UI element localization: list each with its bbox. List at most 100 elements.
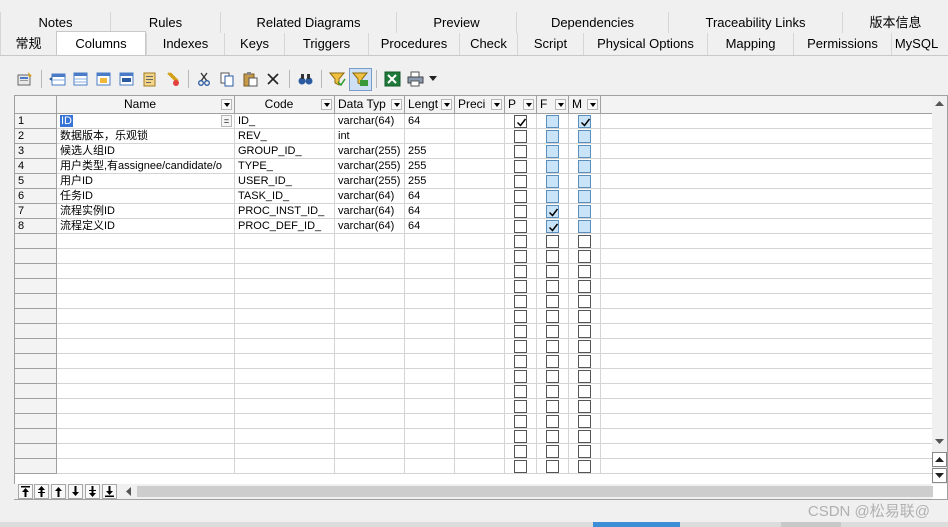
- cell-precision[interactable]: [455, 264, 505, 279]
- cell-precision[interactable]: [455, 369, 505, 384]
- checkbox[interactable]: [578, 415, 591, 428]
- cell-name[interactable]: 任务ID: [57, 189, 235, 204]
- cell-name[interactable]: 流程实例ID: [57, 204, 235, 219]
- checkbox[interactable]: [546, 175, 559, 188]
- cell-code[interactable]: [235, 444, 335, 459]
- checkbox[interactable]: [514, 280, 527, 293]
- cell-length[interactable]: [405, 429, 455, 444]
- cell-code[interactable]: [235, 234, 335, 249]
- cell-code[interactable]: [235, 414, 335, 429]
- checkbox[interactable]: [578, 280, 591, 293]
- cell-type[interactable]: [335, 309, 405, 324]
- cell-type[interactable]: [335, 444, 405, 459]
- cell-length[interactable]: [405, 324, 455, 339]
- cell-name[interactable]: ID =: [57, 114, 235, 129]
- row-header[interactable]: [15, 459, 57, 474]
- cell-precision[interactable]: [455, 234, 505, 249]
- vertical-scrollbar[interactable]: [932, 96, 947, 484]
- chevron-down-icon[interactable]: [391, 99, 402, 110]
- cell-length[interactable]: [405, 414, 455, 429]
- cell-name[interactable]: 数据版本，乐观锁: [57, 129, 235, 144]
- row-header[interactable]: [15, 399, 57, 414]
- export-excel-icon[interactable]: [381, 68, 404, 91]
- checkbox[interactable]: [578, 220, 591, 233]
- grid-corner[interactable]: [15, 96, 57, 114]
- row-header[interactable]: [15, 309, 57, 324]
- cell-name[interactable]: [57, 384, 235, 399]
- cell-length[interactable]: [405, 249, 455, 264]
- cell-precision[interactable]: [455, 204, 505, 219]
- cell-code[interactable]: ID_: [235, 114, 335, 129]
- add-columns-icon[interactable]: [92, 68, 115, 91]
- cell-type[interactable]: [335, 459, 405, 474]
- cell-name[interactable]: 候选人组ID: [57, 144, 235, 159]
- cell-name[interactable]: [57, 459, 235, 474]
- cell-precision[interactable]: [455, 354, 505, 369]
- cell-type[interactable]: varchar(64): [335, 204, 405, 219]
- cell-type[interactable]: [335, 279, 405, 294]
- find-icon[interactable]: [294, 68, 317, 91]
- cell-length[interactable]: [405, 264, 455, 279]
- cell-length[interactable]: 64: [405, 189, 455, 204]
- tab-r2-0[interactable]: 常规: [0, 33, 56, 55]
- column-header-lengt[interactable]: Lengt: [405, 96, 455, 114]
- cell-name[interactable]: [57, 294, 235, 309]
- checkbox[interactable]: [546, 130, 559, 143]
- checkbox[interactable]: [514, 340, 527, 353]
- print-icon[interactable]: [404, 68, 427, 91]
- cell-length[interactable]: [405, 129, 455, 144]
- checkbox[interactable]: [514, 205, 527, 218]
- delete-columns-icon[interactable]: [115, 68, 138, 91]
- checkbox[interactable]: [578, 445, 591, 458]
- cell-type[interactable]: [335, 264, 405, 279]
- cell-type[interactable]: [335, 324, 405, 339]
- customize-columns-icon[interactable]: [349, 67, 372, 91]
- cell-length[interactable]: [405, 444, 455, 459]
- row-header[interactable]: 2: [15, 129, 57, 144]
- cell-name[interactable]: 用户类型,有assignee/candidate/o: [57, 159, 235, 174]
- tab-r1-4[interactable]: Dependencies: [516, 12, 668, 34]
- row-header[interactable]: [15, 384, 57, 399]
- tab-r2-6[interactable]: Check: [459, 33, 517, 55]
- column-header-f[interactable]: F: [537, 96, 569, 114]
- cell-precision[interactable]: [455, 249, 505, 264]
- cell-precision[interactable]: [455, 444, 505, 459]
- row-header[interactable]: 1: [15, 114, 57, 129]
- checkbox[interactable]: [546, 340, 559, 353]
- cell-name[interactable]: [57, 324, 235, 339]
- move-bottom-icon[interactable]: [102, 484, 117, 499]
- cell-code[interactable]: [235, 294, 335, 309]
- cell-length[interactable]: 64: [405, 114, 455, 129]
- tab-r2-2[interactable]: Indexes: [146, 33, 224, 55]
- cell-name[interactable]: [57, 429, 235, 444]
- row-header[interactable]: 5: [15, 174, 57, 189]
- tab-r2-3[interactable]: Keys: [224, 33, 284, 55]
- cell-type[interactable]: int: [335, 129, 405, 144]
- checkbox[interactable]: [546, 265, 559, 278]
- checkbox[interactable]: [578, 205, 591, 218]
- cell-precision[interactable]: [455, 459, 505, 474]
- print-dropdown-icon[interactable]: [427, 68, 439, 91]
- filter-icon[interactable]: [326, 68, 349, 91]
- cell-length[interactable]: 255: [405, 144, 455, 159]
- cell-type[interactable]: varchar(255): [335, 174, 405, 189]
- checkbox[interactable]: [514, 460, 527, 473]
- checkbox[interactable]: [546, 430, 559, 443]
- cell-length[interactable]: 64: [405, 204, 455, 219]
- cell-length[interactable]: [405, 294, 455, 309]
- checkbox[interactable]: [546, 250, 559, 263]
- move-down-page-icon[interactable]: [85, 484, 100, 499]
- column-header-data-typ[interactable]: Data Typ: [335, 96, 405, 114]
- scroll-page-up-icon[interactable]: [932, 452, 947, 467]
- checkbox[interactable]: [546, 385, 559, 398]
- cell-name[interactable]: [57, 249, 235, 264]
- cell-precision[interactable]: [455, 159, 505, 174]
- cell-precision[interactable]: [455, 324, 505, 339]
- cell-code[interactable]: [235, 354, 335, 369]
- cell-precision[interactable]: [455, 144, 505, 159]
- checkbox[interactable]: [514, 415, 527, 428]
- cell-name[interactable]: [57, 234, 235, 249]
- checkbox[interactable]: [578, 130, 591, 143]
- chevron-down-icon[interactable]: [221, 99, 232, 110]
- row-header[interactable]: [15, 294, 57, 309]
